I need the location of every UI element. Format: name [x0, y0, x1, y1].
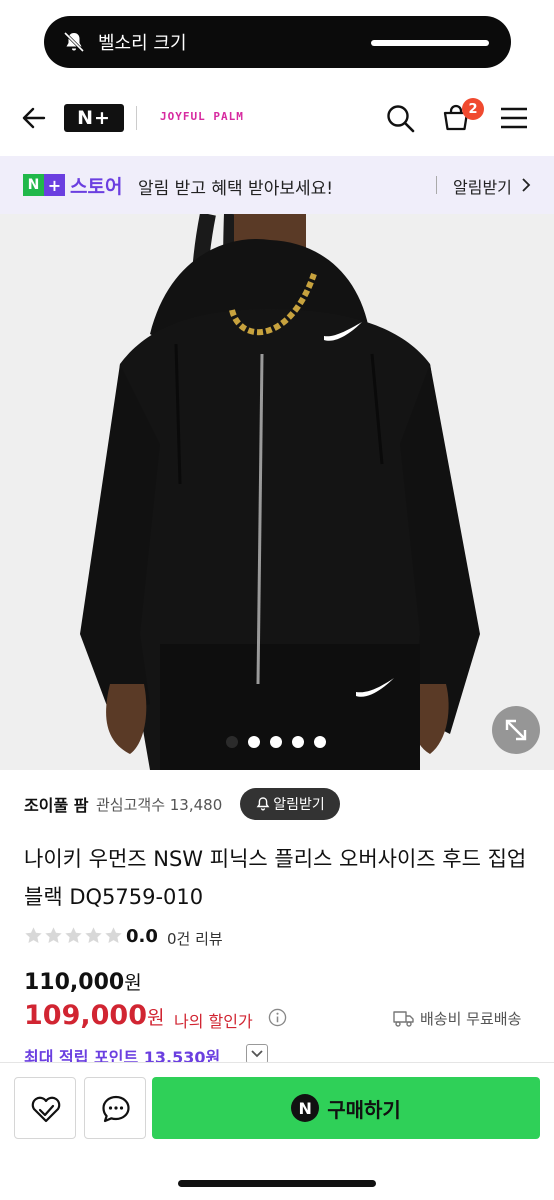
original-price-unit: 원: [124, 972, 142, 994]
product-photo-illustration: [0, 214, 554, 770]
carousel-dot[interactable]: [248, 736, 260, 748]
star-icon: [105, 927, 122, 944]
star-icon: [85, 927, 102, 944]
star-icon: [25, 927, 42, 944]
app-header: N+ JOYFUL PALM 2: [0, 80, 554, 156]
seller-alarm-button[interactable]: 알림받기: [240, 788, 340, 820]
original-price-value: 110,000: [24, 970, 125, 995]
seller-name[interactable]: 조이풀 팜: [24, 792, 88, 816]
expand-arrows-icon: [505, 719, 527, 741]
chevron-right-icon: [522, 178, 531, 192]
heart-check-icon: [31, 1096, 61, 1123]
buy-button[interactable]: N 구매하기: [152, 1077, 540, 1139]
sale-price-value: 109,000: [24, 1000, 147, 1031]
truck-icon: [393, 1011, 414, 1027]
carousel-indicator: [226, 736, 326, 748]
shipping-fee: 배송비 무료배송: [420, 1010, 522, 1028]
home-indicator[interactable]: [178, 1180, 376, 1187]
nplus-badge: N +: [23, 174, 65, 196]
star-rating: [24, 926, 123, 945]
back-arrow-icon[interactable]: [18, 102, 50, 134]
carousel-dot[interactable]: [292, 736, 304, 748]
sale-price-unit: 원: [146, 1007, 165, 1029]
chevron-down-icon: [251, 1050, 263, 1058]
rating-score: 0.0: [126, 926, 158, 947]
bell-slash-icon: [63, 31, 85, 53]
my-discount-label[interactable]: 나의 할인가: [174, 1008, 253, 1032]
store-logo[interactable]: JOYFUL PALM: [160, 110, 244, 123]
carousel-dot[interactable]: [270, 736, 282, 748]
volume-toast: 벨소리 크기: [44, 16, 511, 68]
original-price: 110,000원: [24, 968, 142, 995]
carousel-dot[interactable]: [314, 736, 326, 748]
banner-message: 알림 받고 혜택 받아보세요!: [138, 179, 334, 199]
volume-toast-area: 벨소리 크기: [0, 0, 554, 80]
wishlist-button[interactable]: [14, 1077, 76, 1139]
star-icon: [45, 927, 62, 944]
volume-level-bar: [371, 40, 489, 46]
carousel-dot[interactable]: [226, 736, 238, 748]
cart-count-badge: 2: [462, 98, 484, 120]
star-icon: [65, 927, 82, 944]
seller-alarm-label: 알림받기: [273, 797, 325, 813]
chat-bubble-icon: [102, 1095, 130, 1123]
expand-image-button[interactable]: [492, 706, 540, 754]
toast-label: 벨소리 크기: [98, 33, 187, 54]
banner-separator: [436, 176, 437, 194]
product-image[interactable]: [0, 214, 554, 770]
review-count[interactable]: 0건 리뷰: [167, 928, 223, 949]
sale-price: 109,000원: [24, 1000, 164, 1031]
nplus-badge-n: N: [23, 174, 44, 196]
store-word: 스토어: [70, 176, 123, 198]
notification-banner[interactable]: N + 스토어 알림 받고 혜택 받아보세요! 알림받기: [0, 156, 554, 214]
header-divider: [136, 106, 137, 130]
nplus-badge-plus: +: [44, 174, 65, 196]
menu-icon[interactable]: [498, 102, 530, 134]
points-expand-button[interactable]: [246, 1044, 268, 1064]
follower-count: 관심고객수 13,480: [96, 796, 223, 814]
naverpay-badge: N: [291, 1094, 320, 1122]
talk-button[interactable]: [84, 1077, 146, 1139]
search-icon[interactable]: [384, 102, 416, 134]
banner-alarm-link[interactable]: 알림받기: [453, 174, 512, 198]
bell-plus-icon: [256, 797, 270, 811]
product-title: 나이키 우먼즈 NSW 피닉스 플리스 오버사이즈 후드 집업 블랙 DQ575…: [24, 847, 527, 909]
buy-label: 구매하기: [327, 1097, 401, 1122]
info-icon[interactable]: [268, 1008, 287, 1027]
nplus-logo[interactable]: N+: [64, 104, 124, 132]
